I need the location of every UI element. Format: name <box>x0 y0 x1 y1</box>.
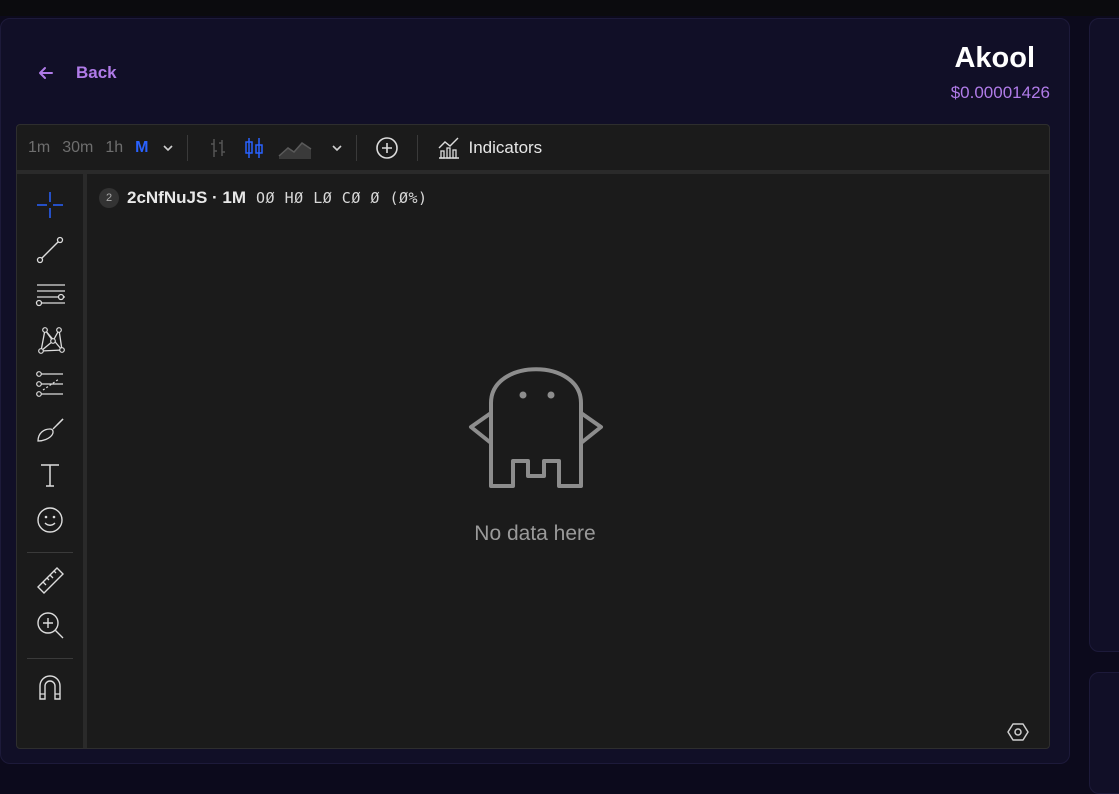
side-card-bottom <box>1089 672 1119 794</box>
chart-legend: 2 2cNfNuJS · 1M OØ HØ LØ CØ Ø (Ø%) <box>99 188 428 208</box>
ghost-icon <box>469 367 603 488</box>
chevron-down-icon[interactable] <box>161 141 175 155</box>
trend-line-icon <box>36 236 64 264</box>
side-card-top <box>1089 18 1119 652</box>
text-tool[interactable] <box>35 460 65 490</box>
back-button[interactable]: Back <box>36 62 117 84</box>
magnet-tool[interactable] <box>35 672 65 702</box>
indicators-icon <box>438 137 460 159</box>
add-compare-icon[interactable] <box>375 136 399 160</box>
toolbar-divider <box>417 134 419 161</box>
area-chart-type-icon[interactable] <box>278 136 312 160</box>
drawing-tools-sidebar <box>17 174 87 748</box>
brush-tool[interactable] <box>35 415 65 445</box>
chart-toolbar: 1m 30m 1h M Indicators <box>17 125 1049 174</box>
pattern-tool[interactable] <box>35 325 65 355</box>
indicators-button[interactable]: Indicators <box>436 135 542 161</box>
bar-chart-type-icon[interactable] <box>206 136 230 160</box>
timeframe-1h[interactable]: 1h <box>104 139 124 157</box>
prediction-tool[interactable] <box>35 370 65 400</box>
emoji-icon <box>37 507 63 533</box>
tools-divider <box>27 658 73 659</box>
prediction-icon <box>36 371 63 397</box>
indicators-label: Indicators <box>468 137 543 157</box>
back-label: Back <box>76 63 117 82</box>
toolbar-divider <box>187 134 189 161</box>
crosshair-icon <box>37 192 63 218</box>
text-icon <box>41 464 59 487</box>
chart-settings-icon[interactable] <box>1007 721 1029 743</box>
ohlc-values: OØ HØ LØ CØ Ø (Ø%) <box>256 189 428 207</box>
arrow-left-icon <box>39 67 53 79</box>
trading-chart[interactable]: 1m 30m 1h M Indicators 2 2cNfNuJS · 1M O… <box>16 124 1050 749</box>
timeframe-1m[interactable]: 1m <box>27 139 51 157</box>
zoom-in-icon <box>37 612 64 639</box>
brush-icon <box>37 418 64 442</box>
zoom-in-tool[interactable] <box>35 610 65 640</box>
pattern-icon <box>38 327 65 354</box>
chevron-down-icon[interactable] <box>330 141 344 155</box>
trend-line-tool[interactable] <box>35 235 65 265</box>
token-name: Akool <box>954 42 1035 74</box>
magnet-icon <box>39 675 61 700</box>
timeframe-month[interactable]: M <box>134 139 149 157</box>
fib-retracement-icon <box>35 284 65 307</box>
emoji-tool[interactable] <box>35 505 65 535</box>
candlestick-chart-type-icon[interactable] <box>242 136 266 160</box>
fib-retracement-tool[interactable] <box>35 280 65 310</box>
ruler-tool[interactable] <box>35 565 65 595</box>
tools-divider <box>27 552 73 553</box>
token-price: $0.00001426 <box>950 83 1050 102</box>
symbol-label[interactable]: 2cNfNuJS · 1M <box>127 188 246 208</box>
series-badge: 2 <box>99 188 119 208</box>
browser-top-strip <box>0 0 1119 16</box>
empty-state-message: No data here <box>474 522 596 545</box>
ruler-icon <box>37 567 64 594</box>
crosshair-tool[interactable] <box>35 190 65 220</box>
toolbar-divider <box>356 134 358 161</box>
timeframe-30m[interactable]: 30m <box>61 139 94 157</box>
